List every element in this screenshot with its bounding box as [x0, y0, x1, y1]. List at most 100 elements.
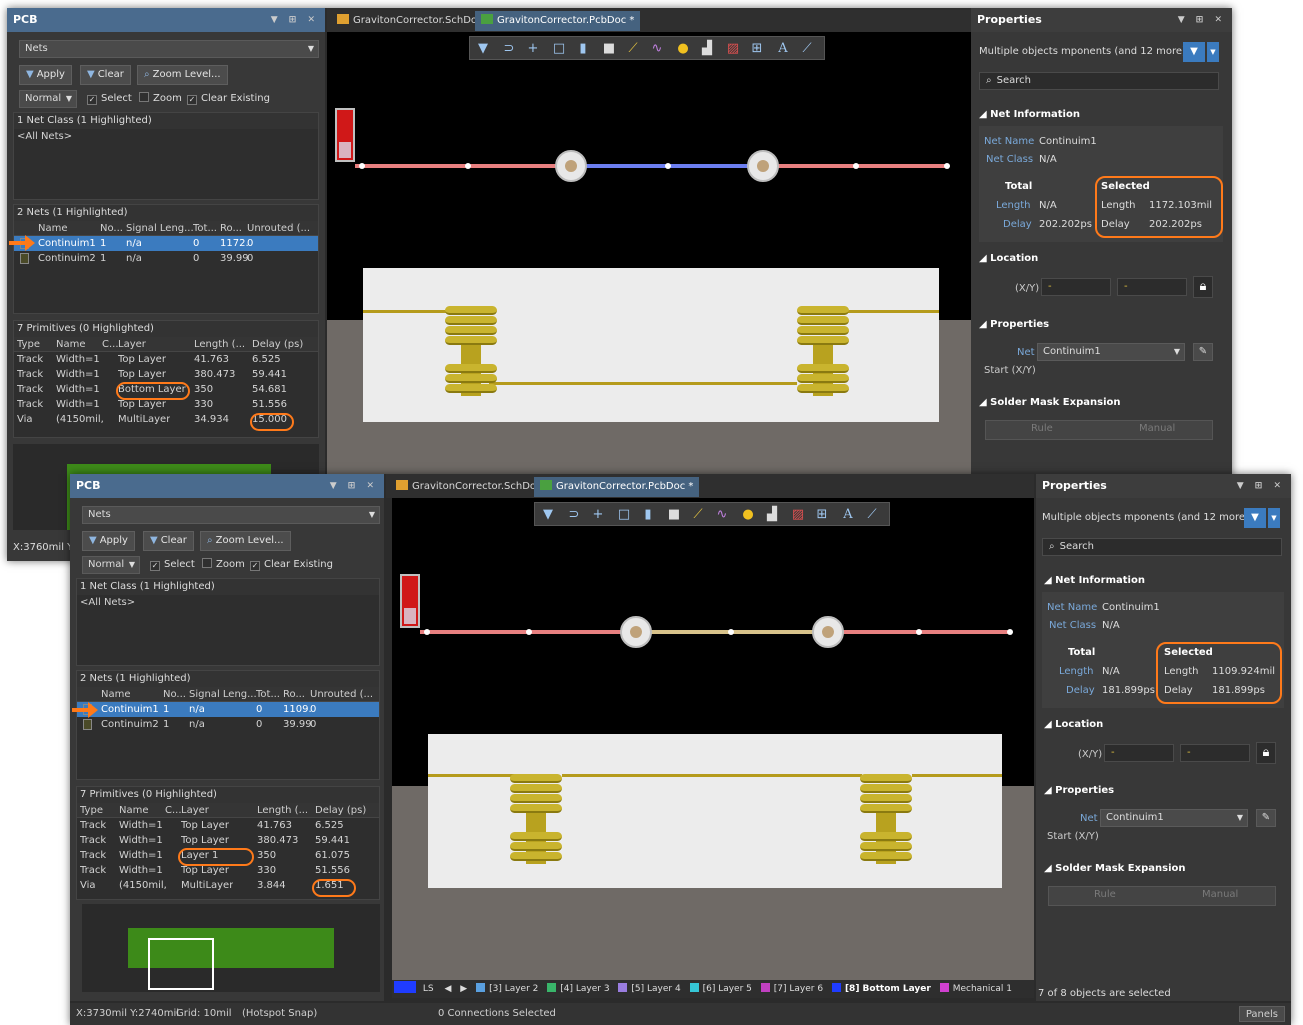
text-tool-icon[interactable]: A: [774, 40, 792, 58]
edit-icon[interactable]: ✎: [1193, 343, 1213, 361]
filter-tool-icon[interactable]: ▼: [474, 40, 492, 58]
interactive-route-icon[interactable]: ⟋: [689, 506, 707, 524]
tab-bottom-layer[interactable]: [8] Bottom Layer: [826, 983, 931, 994]
col-header[interactable]: Signal Leng...: [126, 221, 194, 236]
diff-pair-icon[interactable]: ∿: [713, 506, 731, 524]
net-combo[interactable]: Continuim1 ▼: [1037, 343, 1185, 361]
nets-combo[interactable]: Nets ▼: [19, 40, 319, 58]
col-header[interactable]: Signal Leng...: [189, 687, 257, 702]
zoom-checkbox[interactable]: Zoom: [202, 558, 245, 572]
via-left[interactable]: [555, 150, 587, 182]
list-item[interactable]: <All Nets>: [14, 129, 318, 144]
x-field[interactable]: -: [1104, 744, 1174, 762]
list-item[interactable]: <All Nets>: [77, 595, 379, 610]
via-tool-icon[interactable]: ●: [739, 506, 757, 524]
col-header[interactable]: C...: [165, 803, 182, 818]
col-header[interactable]: Delay (ps): [315, 803, 366, 818]
trace-top-layer[interactable]: [355, 164, 565, 168]
filter-dropdown[interactable]: ▼: [1207, 42, 1219, 62]
fill-tool-icon[interactable]: ▟: [763, 506, 781, 524]
table-row[interactable]: Track Width=1 Top Layer 380.473 59.441: [77, 833, 379, 848]
net-color-checkbox[interactable]: [20, 253, 29, 264]
col-header[interactable]: Name: [101, 687, 131, 702]
rule-button[interactable]: Rule: [1031, 423, 1053, 434]
zoom-level-button[interactable]: ⌕ Zoom Level...: [137, 65, 228, 85]
align-tool-icon[interactable]: ▮: [574, 40, 592, 58]
search-input[interactable]: ⌕ Search: [979, 72, 1219, 90]
tab-mechanical-1[interactable]: Mechanical 1: [934, 983, 1012, 994]
col-header[interactable]: Tot...: [193, 221, 217, 236]
location-header[interactable]: ◢ Location: [1044, 719, 1103, 730]
select-checkbox[interactable]: ✓ Select: [150, 558, 195, 572]
search-input[interactable]: ⌕ Search: [1042, 538, 1282, 556]
filter-tool-icon[interactable]: ▼: [539, 506, 557, 524]
col-header[interactable]: Ro...: [283, 687, 305, 702]
zoom-level-button[interactable]: ⌕ Zoom Level...: [200, 531, 291, 551]
properties-header[interactable]: ◢ Properties: [979, 319, 1049, 330]
component-footprint[interactable]: [335, 108, 355, 162]
net-color-checkbox[interactable]: [83, 719, 92, 730]
clear-existing-checkbox[interactable]: ✓ Clear Existing: [187, 92, 270, 106]
prev-layer-icon[interactable]: ◀: [444, 984, 451, 994]
table-row[interactable]: Track Width=1 Top Layer 41.763 6.525: [77, 818, 379, 833]
component-tool-icon[interactable]: ■: [665, 506, 683, 524]
col-header[interactable]: No...: [100, 221, 123, 236]
trace-bottom-layer[interactable]: [565, 164, 759, 168]
edit-icon[interactable]: ✎: [1256, 809, 1276, 827]
component-tool-icon[interactable]: ■: [600, 40, 618, 58]
route-tool-icon[interactable]: ⊃: [565, 506, 583, 524]
panel-window-controls[interactable]: ▼ ⊞ ✕: [271, 8, 319, 32]
table-row[interactable]: Continuim2 1 n/a 0 39.99 0: [14, 251, 318, 266]
col-header[interactable]: Layer: [118, 337, 146, 352]
lock-icon[interactable]: 🔒︎: [1193, 276, 1213, 298]
keepout-tool-icon[interactable]: ▨: [724, 40, 742, 58]
apply-button[interactable]: ▼ Apply: [82, 531, 135, 551]
col-header[interactable]: Name: [119, 803, 149, 818]
tab-schdoc[interactable]: GravitonCorrector.SchDoc: [390, 477, 548, 497]
col-header[interactable]: Layer: [181, 803, 209, 818]
zoom-checkbox[interactable]: Zoom: [139, 92, 182, 106]
nets-combo[interactable]: Nets ▼: [82, 506, 380, 524]
line-tool-icon[interactable]: ⟋: [863, 506, 881, 524]
filter-button[interactable]: ▼: [1244, 508, 1266, 528]
col-header[interactable]: Unrouted (...: [310, 687, 373, 702]
col-header[interactable]: Length (...: [194, 337, 245, 352]
text-tool-icon[interactable]: A: [839, 506, 857, 524]
clear-existing-checkbox[interactable]: ✓ Clear Existing: [250, 558, 333, 572]
route-tool-icon[interactable]: ⊃: [500, 40, 518, 58]
fill-tool-icon[interactable]: ▟: [698, 40, 716, 58]
next-layer-icon[interactable]: ▶: [460, 984, 467, 994]
component-footprint[interactable]: [400, 574, 420, 628]
panels-button[interactable]: Panels: [1238, 1006, 1285, 1022]
tab-layer-4[interactable]: [5] Layer 4: [612, 983, 681, 994]
via-right[interactable]: [747, 150, 779, 182]
tab-layer-3[interactable]: [4] Layer 3: [541, 983, 610, 994]
col-header[interactable]: No...: [163, 687, 186, 702]
col-header[interactable]: Tot...: [256, 687, 280, 702]
net-combo[interactable]: Continuim1 ▼: [1100, 809, 1248, 827]
col-header[interactable]: Name: [38, 221, 68, 236]
pcb-canvas[interactable]: ▼ ⊃ + □ ▮ ■ ⟋ ∿ ● ▟ ▨ ⊞ A ⟋: [392, 498, 1034, 980]
select-rect-icon[interactable]: □: [550, 40, 568, 58]
lock-icon[interactable]: 🔒︎: [1256, 742, 1276, 764]
table-row[interactable]: Track Width=1 Top Layer 41.763 6.525: [14, 352, 318, 367]
clear-button[interactable]: ▼ Clear: [143, 531, 194, 551]
line-tool-icon[interactable]: ⟋: [798, 40, 816, 58]
dimension-tool-icon[interactable]: ⊞: [748, 40, 766, 58]
via-tool-icon[interactable]: ●: [674, 40, 692, 58]
interactive-route-icon[interactable]: ⟋: [624, 40, 642, 58]
tab-schdoc[interactable]: GravitonCorrector.SchDoc: [331, 11, 489, 31]
mode-combo[interactable]: Normal ▼: [19, 90, 77, 108]
rule-button[interactable]: Rule: [1094, 889, 1116, 900]
via-right[interactable]: [812, 616, 844, 648]
tab-pcbdoc[interactable]: GravitonCorrector.PcbDoc *: [475, 11, 641, 31]
table-row[interactable]: Continuim1 1 n/a 0 1172. 0: [14, 236, 318, 251]
location-header[interactable]: ◢ Location: [979, 253, 1038, 264]
col-header[interactable]: Name: [56, 337, 86, 352]
filter-dropdown[interactable]: ▼: [1268, 508, 1280, 528]
col-header[interactable]: Delay (ps): [252, 337, 303, 352]
net-information-header[interactable]: ◢ Net Information: [1044, 575, 1145, 586]
solder-mask-header[interactable]: ◢ Solder Mask Expansion: [1044, 863, 1185, 874]
y-field[interactable]: -: [1180, 744, 1250, 762]
select-rect-icon[interactable]: □: [615, 506, 633, 524]
